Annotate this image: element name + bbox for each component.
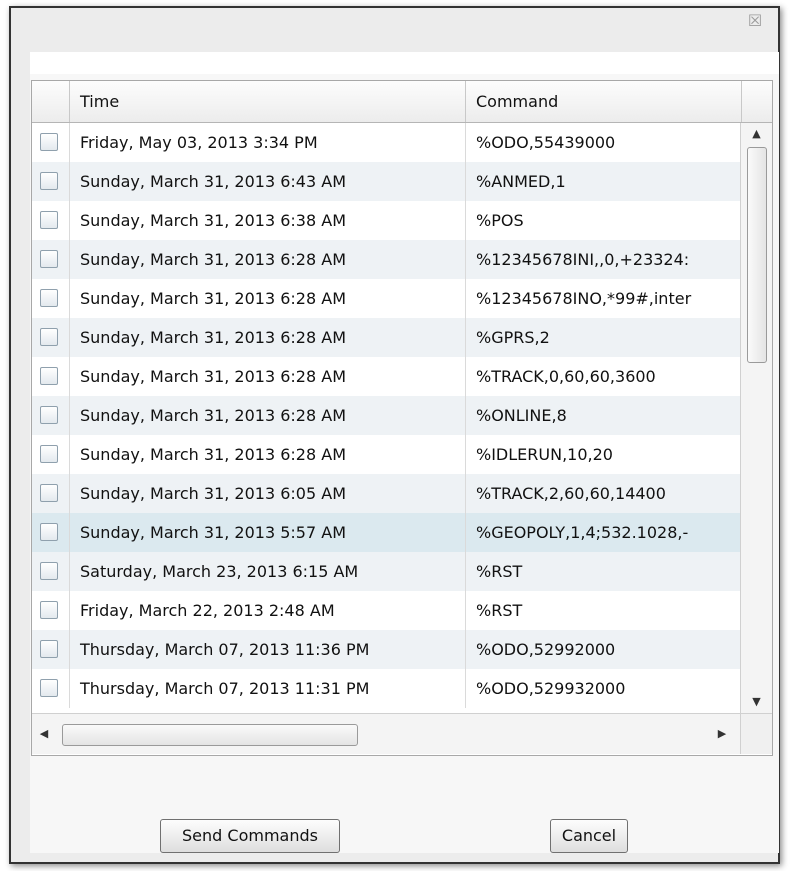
- command-cell: %TRACK,0,60,60,3600: [476, 367, 656, 386]
- command-cell: %GEOPOLY,1,4;532.1028,-: [476, 523, 689, 542]
- row-checkbox-cell: [32, 513, 70, 552]
- column-header-time[interactable]: Time: [70, 81, 466, 122]
- row-checkbox-cell: [32, 162, 70, 201]
- table-row[interactable]: Sunday, March 31, 2013 6:28 AM %TRACK,0,6…: [32, 357, 740, 396]
- send-commands-dialog: ☒ Time Command Friday, May 03, 2013 3:34…: [9, 6, 780, 864]
- row-checkbox[interactable]: [40, 523, 58, 541]
- command-cell: %POS: [476, 211, 524, 230]
- command-cell: %12345678INI,,0,+23324:: [476, 250, 690, 269]
- time-cell: Friday, May 03, 2013 3:34 PM: [70, 123, 466, 162]
- row-checkbox-cell: [32, 435, 70, 474]
- table-row[interactable]: Thursday, March 07, 2013 11:31 PM %ODO,52…: [32, 669, 740, 708]
- time-cell: Sunday, March 31, 2013 6:43 AM: [70, 162, 466, 201]
- column-header-command[interactable]: Command: [466, 81, 742, 122]
- time-cell: Friday, March 22, 2013 2:48 AM: [70, 591, 466, 630]
- row-checkbox[interactable]: [40, 601, 58, 619]
- command-cell: %TRACK,2,60,60,14400: [476, 484, 666, 503]
- command-cell: %RST: [476, 601, 523, 620]
- command-cell: %IDLERUN,10,20: [476, 445, 613, 464]
- header-filler: [742, 81, 772, 122]
- time-cell: Sunday, March 31, 2013 6:28 AM: [70, 396, 466, 435]
- row-checkbox-cell: [32, 318, 70, 357]
- command-cell: %RST: [476, 562, 523, 581]
- time-cell: Saturday, March 23, 2013 6:15 AM: [70, 552, 466, 591]
- row-checkbox-cell: [32, 279, 70, 318]
- row-checkbox[interactable]: [40, 328, 58, 346]
- row-checkbox[interactable]: [40, 172, 58, 190]
- table-row[interactable]: Friday, May 03, 2013 3:34 PM %ODO,5543900…: [32, 123, 740, 162]
- row-checkbox[interactable]: [40, 133, 58, 151]
- row-checkbox[interactable]: [40, 250, 58, 268]
- time-cell: Thursday, March 07, 2013 11:31 PM: [70, 669, 466, 708]
- table-row[interactable]: Sunday, March 31, 2013 5:57 AM %GEOPOLY,1…: [32, 513, 740, 552]
- content-top-strip: [30, 52, 779, 74]
- row-checkbox[interactable]: [40, 406, 58, 424]
- grid-rows: Friday, May 03, 2013 3:34 PM %ODO,5543900…: [32, 123, 740, 713]
- table-row[interactable]: Sunday, March 31, 2013 6:43 AM %ANMED,1: [32, 162, 740, 201]
- scrollbar-corner: [740, 713, 772, 754]
- command-cell: %ODO,55439000: [476, 133, 616, 152]
- row-checkbox[interactable]: [40, 445, 58, 463]
- row-checkbox-cell: [32, 201, 70, 240]
- row-checkbox-cell: [32, 357, 70, 396]
- table-row[interactable]: Saturday, March 23, 2013 6:15 AM %RST: [32, 552, 740, 591]
- command-cell: %ODO,52992000: [476, 640, 616, 659]
- row-checkbox[interactable]: [40, 289, 58, 307]
- table-row[interactable]: Thursday, March 07, 2013 11:36 PM %ODO,52…: [32, 630, 740, 669]
- horizontal-scrollbar[interactable]: ◀ ▶: [32, 713, 740, 754]
- table-row[interactable]: Sunday, March 31, 2013 6:28 AM %12345678I…: [32, 240, 740, 279]
- time-cell: Sunday, March 31, 2013 6:38 AM: [70, 201, 466, 240]
- time-cell: Sunday, March 31, 2013 5:57 AM: [70, 513, 466, 552]
- table-row[interactable]: Friday, March 22, 2013 2:48 AM %RST: [32, 591, 740, 630]
- table-row[interactable]: Sunday, March 31, 2013 6:28 AM %ONLINE,8: [32, 396, 740, 435]
- time-cell: Sunday, March 31, 2013 6:28 AM: [70, 435, 466, 474]
- dialog-content: Time Command Friday, May 03, 2013 3:34 P…: [30, 52, 779, 853]
- vertical-scrollbar[interactable]: ▲ ▼: [740, 123, 772, 713]
- time-cell: Sunday, March 31, 2013 6:28 AM: [70, 318, 466, 357]
- command-cell: %GPRS,2: [476, 328, 550, 347]
- command-cell: %12345678INO,*99#,inter: [476, 289, 692, 308]
- grid-header: Time Command: [32, 81, 772, 123]
- row-checkbox[interactable]: [40, 562, 58, 580]
- table-row[interactable]: Sunday, March 31, 2013 6:28 AM %IDLERUN,1…: [32, 435, 740, 474]
- vertical-scroll-thumb[interactable]: [747, 147, 767, 363]
- send-commands-button[interactable]: Send Commands: [160, 819, 340, 853]
- table-row[interactable]: Sunday, March 31, 2013 6:38 AM %POS: [32, 201, 740, 240]
- row-checkbox-cell: [32, 669, 70, 708]
- scroll-down-icon[interactable]: ▼: [741, 691, 772, 713]
- row-checkbox-cell: [32, 630, 70, 669]
- table-row[interactable]: Sunday, March 31, 2013 6:28 AM %GPRS,2: [32, 318, 740, 357]
- scroll-left-icon[interactable]: ◀: [34, 724, 54, 744]
- scroll-right-icon[interactable]: ▶: [712, 724, 732, 744]
- time-cell: Sunday, March 31, 2013 6:28 AM: [70, 279, 466, 318]
- time-cell: Thursday, March 07, 2013 11:36 PM: [70, 630, 466, 669]
- row-checkbox[interactable]: [40, 640, 58, 658]
- row-checkbox[interactable]: [40, 679, 58, 697]
- time-cell: Sunday, March 31, 2013 6:28 AM: [70, 357, 466, 396]
- row-checkbox-cell: [32, 396, 70, 435]
- commands-grid: Time Command Friday, May 03, 2013 3:34 P…: [31, 80, 773, 756]
- row-checkbox-cell: [32, 240, 70, 279]
- cancel-button[interactable]: Cancel: [550, 819, 628, 853]
- command-cell: %ODO,529932000: [476, 679, 626, 698]
- header-checkbox-column: [32, 81, 70, 122]
- command-cell: %ONLINE,8: [476, 406, 567, 425]
- time-cell: Sunday, March 31, 2013 6:05 AM: [70, 474, 466, 513]
- row-checkbox-cell: [32, 591, 70, 630]
- row-checkbox-cell: [32, 474, 70, 513]
- row-checkbox[interactable]: [40, 367, 58, 385]
- row-checkbox-cell: [32, 552, 70, 591]
- table-row[interactable]: Sunday, March 31, 2013 6:28 AM %12345678I…: [32, 279, 740, 318]
- close-icon[interactable]: ☒: [746, 12, 764, 30]
- table-row[interactable]: Sunday, March 31, 2013 6:05 AM %TRACK,2,6…: [32, 474, 740, 513]
- horizontal-scroll-thumb[interactable]: [62, 724, 358, 746]
- command-cell: %ANMED,1: [476, 172, 566, 191]
- row-checkbox[interactable]: [40, 484, 58, 502]
- row-checkbox[interactable]: [40, 211, 58, 229]
- time-cell: Sunday, March 31, 2013 6:28 AM: [70, 240, 466, 279]
- row-checkbox-cell: [32, 123, 70, 162]
- title-bar: ☒: [11, 8, 778, 38]
- scroll-up-icon[interactable]: ▲: [741, 123, 772, 145]
